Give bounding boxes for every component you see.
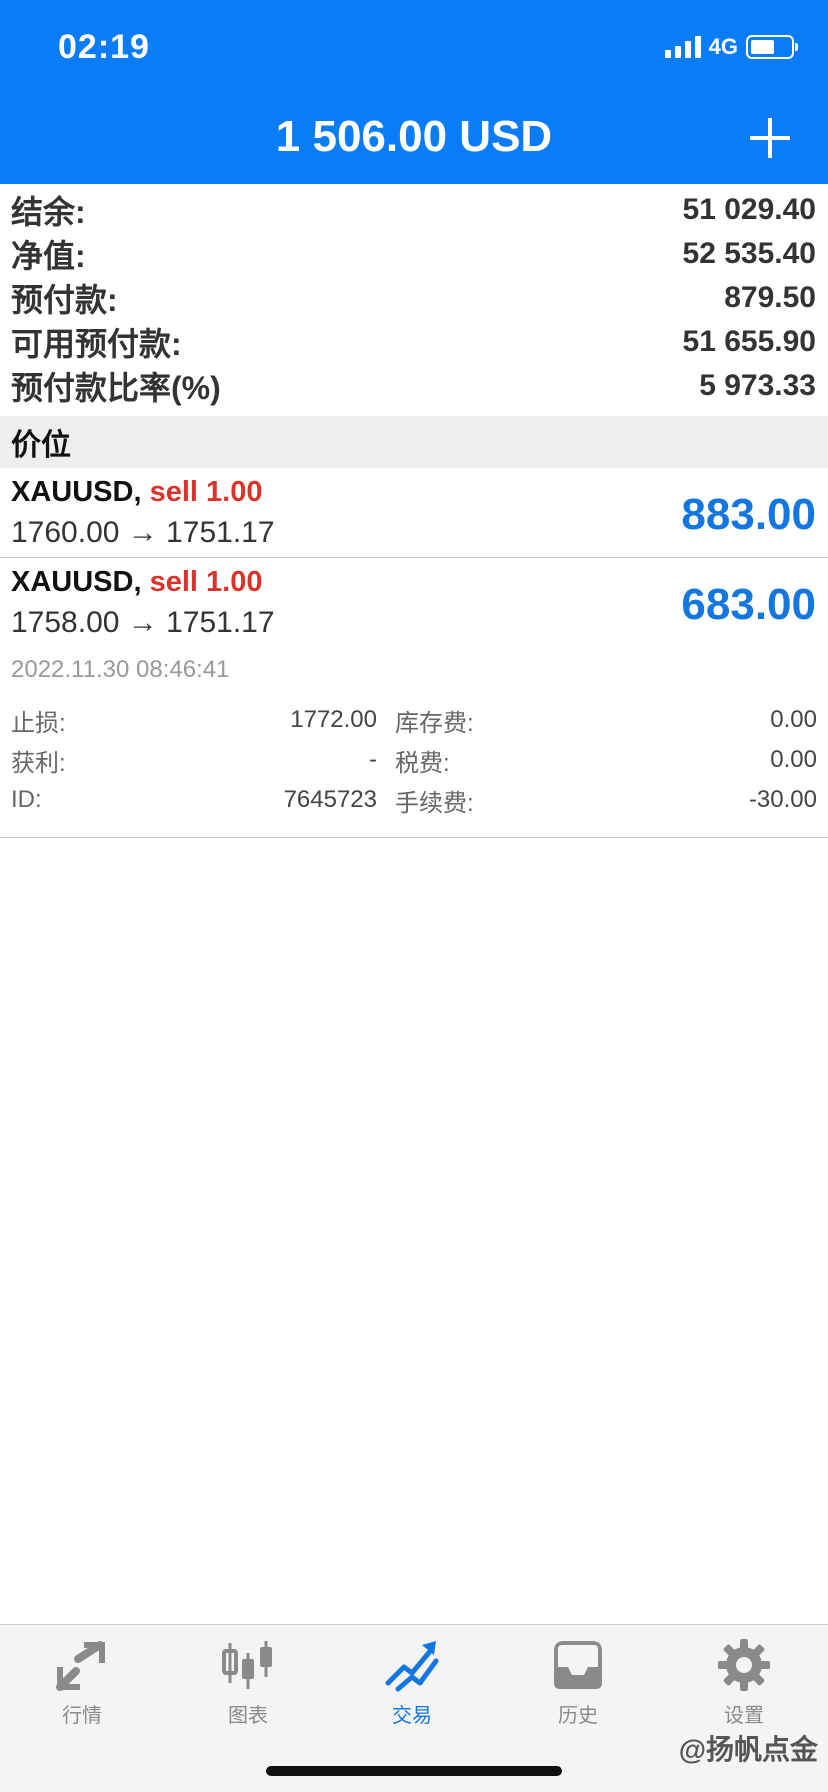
summary-row-margin: 预付款: 879.50 [0, 276, 828, 320]
history-inbox-icon [554, 1641, 602, 1689]
position-symbol: XAUUSD, [11, 476, 142, 508]
position-row[interactable]: XAUUSD, sell 1.00 1760.00 → 1751.17 883.… [0, 468, 828, 558]
commission-value: -30.00 [748, 786, 817, 813]
detail-row: 止损: 1772.00 库存费: 0.00 [11, 700, 817, 740]
position-row-expanded[interactable]: XAUUSD, sell 1.00 1758.00 → 1751.17 683.… [0, 558, 828, 648]
settings-gear-icon [718, 1639, 770, 1691]
summary-row-margin-level: 预付款比率(%) 5 973.33 [0, 364, 828, 408]
detail-row: 获利: - 税费: 0.00 [11, 740, 817, 780]
taxes-value: 0.00 [770, 746, 817, 773]
free-margin-label: 可用预付款: [11, 326, 182, 362]
equity-value: 52 535.40 [682, 237, 816, 270]
tab-charts[interactable]: 图表 [198, 1637, 298, 1728]
summary-row-balance: 结余: 51 029.40 [0, 188, 828, 232]
battery-icon [746, 35, 798, 59]
add-order-button[interactable] [750, 118, 790, 158]
tab-label: 图表 [228, 1705, 268, 1727]
take-profit-value: - [369, 746, 377, 773]
watermark: @扬帆点金 [678, 1734, 818, 1765]
summary-row-free-margin: 可用预付款: 51 655.90 [0, 320, 828, 364]
page-title: 1 506.00 USD [275, 112, 553, 161]
position-open-time: 2022.11.30 08:46:41 [11, 656, 230, 683]
margin-level-value: 5 973.33 [699, 369, 816, 402]
take-profit-label: 获利: [11, 749, 66, 777]
balance-value: 51 029.40 [682, 193, 816, 226]
position-details: 止损: 1772.00 库存费: 0.00 获利: - 税费: 0.00 ID:… [11, 700, 817, 820]
swap-label: 库存费: [395, 709, 474, 737]
stop-loss-label: 止损: [11, 709, 66, 737]
signal-icon [664, 36, 701, 58]
id-value: 7645723 [283, 786, 377, 813]
equity-label: 净值: [11, 238, 86, 274]
balance-label: 结余: [11, 194, 86, 230]
tab-label: 交易 [392, 1705, 432, 1727]
divider [0, 837, 828, 838]
tab-quotes[interactable]: 行情 [32, 1637, 132, 1728]
status-time: 02:19 [58, 28, 150, 66]
position-prices: 1758.00 → 1751.17 [11, 606, 275, 639]
swap-value: 0.00 [770, 706, 817, 733]
tab-label: 行情 [62, 1705, 102, 1727]
tab-history[interactable]: 历史 [528, 1637, 628, 1728]
commission-label: 手续费: [395, 789, 474, 817]
network-type: 4G [708, 34, 738, 59]
margin-value: 879.50 [724, 281, 816, 314]
free-margin-value: 51 655.90 [682, 325, 816, 358]
summary-row-equity: 净值: 52 535.40 [0, 232, 828, 276]
position-title: XAUUSD, sell 1.00 [11, 476, 262, 509]
stop-loss-value: 1772.00 [290, 706, 377, 733]
account-summary: 结余: 51 029.40 净值: 52 535.40 预付款: 879.50 … [0, 188, 828, 408]
status-indicators: 4G [664, 34, 798, 60]
tab-settings[interactable]: 设置 [694, 1637, 794, 1728]
home-indicator [266, 1766, 562, 1776]
chart-candles-icon [222, 1641, 272, 1689]
detail-row: ID: 7645723 手续费: -30.00 [11, 780, 817, 820]
position-type: sell 1.00 [149, 566, 263, 598]
position-title: XAUUSD, sell 1.00 [11, 566, 262, 599]
taxes-label: 税费: [395, 749, 450, 777]
tab-label: 设置 [724, 1705, 764, 1727]
quotes-icon [56, 1641, 105, 1691]
top-header: 02:19 4G 1 506.00 USD [0, 0, 828, 184]
position-prices: 1760.00 → 1751.17 [11, 516, 275, 549]
position-symbol: XAUUSD, [11, 566, 142, 598]
position-type: sell 1.00 [149, 476, 263, 508]
positions-section-header: 价位 [0, 416, 828, 468]
position-profit: 883.00 [681, 490, 816, 539]
margin-label: 预付款: [11, 282, 118, 318]
tab-trade[interactable]: 交易 [362, 1637, 462, 1728]
id-label: ID: [11, 786, 42, 813]
margin-level-label: 预付款比率(%) [11, 370, 221, 406]
position-profit: 683.00 [681, 580, 816, 629]
tab-label: 历史 [558, 1705, 598, 1727]
trade-icon [385, 1641, 439, 1692]
